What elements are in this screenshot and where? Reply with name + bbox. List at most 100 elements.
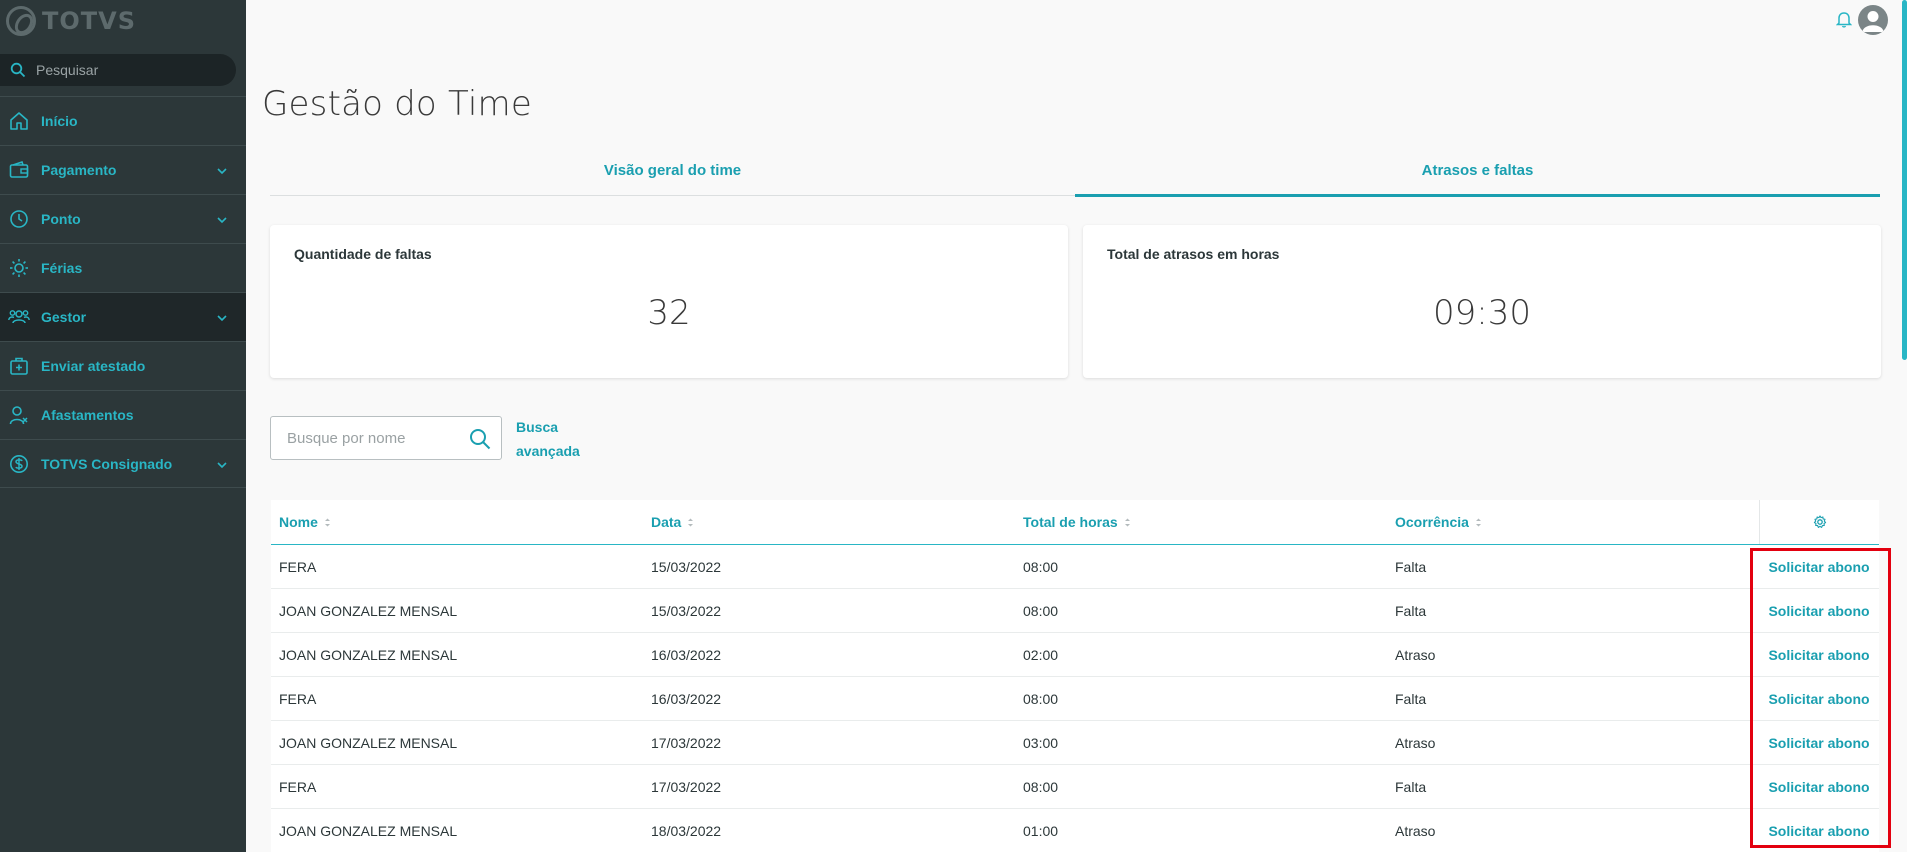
column-header-label: Ocorrência [1395,514,1469,530]
page-title: Gestão do Time [262,84,532,124]
cell-nome: FERA [279,558,317,575]
tab-bar: Visão geral do time Atrasos e faltas [270,154,1880,197]
sort-icon [1475,518,1481,526]
sidebar-item-pagamento[interactable]: Pagamento [0,145,246,194]
cell-data: 17/03/2022 [651,734,722,751]
delays-value: 09:30 [1433,293,1531,333]
cell-total-horas: 08:00 [1023,690,1059,707]
sidebar: TOTVS Início Pagamento Ponto Férias Gest… [0,0,246,852]
sort-icon [688,518,694,526]
absences-label: Quantidade de faltas [294,246,432,262]
absences-value: 32 [647,293,691,333]
table-body: FERA 15/03/2022 08:00 Falta Solicitar abono J… [271,545,1879,852]
sidebar-item-label: TOTVS Consignado [41,455,173,472]
sidebar-item-ferias[interactable]: Férias [0,243,246,292]
bell-icon[interactable] [1836,10,1852,28]
user-avatar-icon[interactable] [1858,5,1888,35]
advanced-search-link[interactable]: Busca avançada [516,415,596,463]
column-header-nome[interactable]: Nome [271,500,643,544]
delays-label: Total de atrasos em horas [1107,246,1280,262]
totvs-logo[interactable]: TOTVS [6,6,136,36]
table-row: FERA 15/03/2022 08:00 Falta Solicitar abono [271,545,1879,589]
sidebar-item-ponto[interactable]: Ponto [0,194,246,243]
column-header-ocorrencia[interactable]: Ocorrência [1387,500,1759,544]
cell-nome: FERA [279,690,317,707]
sort-icon [324,518,330,526]
table-row: FERA 16/03/2022 08:00 Falta Solicitar abono [271,677,1879,721]
name-search-field [270,416,502,460]
column-header-total-horas[interactable]: Total de horas [1015,500,1387,544]
cell-action: Solicitar abono [1759,589,1879,632]
absences-card: Quantidade de faltas 32 [270,225,1068,378]
cell-ocorrencia: Falta [1395,558,1427,575]
table-header: Nome Data Total de horas Ocorrência [271,500,1879,545]
gear-icon [1813,515,1826,528]
advanced-search-label-line2: avançada [516,443,580,459]
page-scrollbar[interactable] [1902,0,1907,360]
brand-name: TOTVS [42,7,137,35]
table-row: JOAN GONZALEZ MENSAL 17/03/2022 03:00 Atras… [271,721,1879,765]
cell-nome: JOAN GONZALEZ MENSAL [279,602,458,619]
cell-data: 16/03/2022 [651,690,722,707]
cell-data: 17/03/2022 [651,778,722,795]
request-allowance-link[interactable]: Solicitar abono [1768,559,1869,575]
cell-total-horas: 01:00 [1023,822,1059,839]
sidebar-item-label: Enviar atestado [41,358,146,374]
cell-total-horas: 02:00 [1023,646,1059,663]
cell-ocorrencia: Falta [1395,690,1427,707]
cell-data: 16/03/2022 [651,646,722,663]
cell-nome: JOAN GONZALEZ MENSAL [279,646,458,663]
cell-action: Solicitar abono [1759,765,1879,808]
tab-atrasos-faltas[interactable]: Atrasos e faltas [1075,154,1880,197]
dollar-circle-icon [8,453,30,475]
request-allowance-link[interactable]: Solicitar abono [1768,603,1869,619]
cell-nome: FERA [279,778,317,795]
chevron-down-icon [217,315,227,322]
sidebar-item-label: Início [41,113,78,129]
tab-visao-geral[interactable]: Visão geral do time [270,154,1075,195]
cell-total-horas: 08:00 [1023,602,1059,619]
sidebar-item-afastamentos[interactable]: Afastamentos [0,390,246,439]
medical-kit-icon [8,355,30,377]
table-settings-button[interactable] [1759,500,1879,544]
sidebar-item-label: Gestor [41,309,87,325]
name-search-input[interactable] [287,429,457,447]
request-allowance-link[interactable]: Solicitar abono [1768,823,1869,839]
sort-icon [1124,518,1130,526]
cell-data: 18/03/2022 [651,822,722,839]
sidebar-item-gestor[interactable]: Gestor [0,292,246,341]
column-header-label: Data [651,514,682,530]
column-header-data[interactable]: Data [643,500,1015,544]
request-allowance-link[interactable]: Solicitar abono [1768,647,1869,663]
absences-table: Nome Data Total de horas Ocorrência FERA… [271,500,1879,852]
table-row: JOAN GONZALEZ MENSAL 15/03/2022 08:00 Falta… [271,589,1879,633]
cell-action: Solicitar abono [1759,545,1879,588]
table-row: JOAN GONZALEZ MENSAL 18/03/2022 01:00 Atras… [271,809,1879,852]
delays-card: Total de atrasos em horas 09:30 [1083,225,1881,378]
sidebar-nav: Início Pagamento Ponto Férias Gestor Env… [0,96,246,488]
chevron-down-icon [217,462,227,469]
cell-action: Solicitar abono [1759,721,1879,764]
cell-ocorrencia: Atraso [1395,822,1436,839]
cell-ocorrencia: Falta [1395,602,1427,619]
cell-nome: JOAN GONZALEZ MENSAL [279,822,458,839]
team-icon [8,306,30,328]
cell-total-horas: 08:00 [1023,778,1059,795]
cell-ocorrencia: Atraso [1395,734,1436,751]
sidebar-search-input[interactable] [36,62,226,78]
sidebar-item-label: Afastamentos [41,407,134,423]
search-icon [10,62,26,78]
sidebar-item-totvs-consignado[interactable]: TOTVS Consignado [0,439,246,488]
column-header-label: Total de horas [1023,514,1118,530]
request-allowance-link[interactable]: Solicitar abono [1768,779,1869,795]
cell-data: 15/03/2022 [651,558,722,575]
sidebar-item-inicio[interactable]: Início [0,96,246,145]
table-row: JOAN GONZALEZ MENSAL 16/03/2022 02:00 Atras… [271,633,1879,677]
search-icon[interactable] [469,428,491,450]
request-allowance-link[interactable]: Solicitar abono [1768,691,1869,707]
table-row: FERA 17/03/2022 08:00 Falta Solicitar abono [271,765,1879,809]
advanced-search-label-line1: Busca [516,419,559,435]
sidebar-item-enviar-atestado[interactable]: Enviar atestado [0,341,246,390]
cell-action: Solicitar abono [1759,633,1879,676]
request-allowance-link[interactable]: Solicitar abono [1768,735,1869,751]
